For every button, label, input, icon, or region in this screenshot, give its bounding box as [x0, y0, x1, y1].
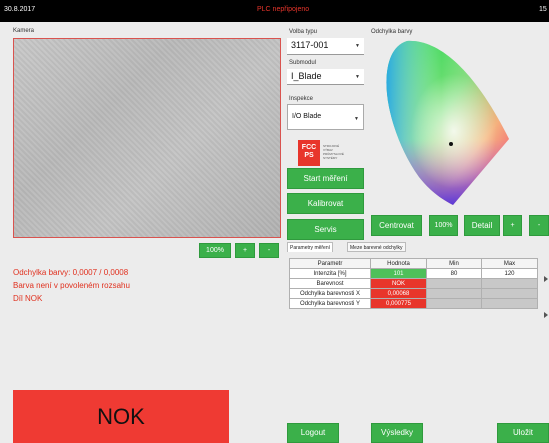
camera-label: Kamera [13, 28, 35, 34]
logout-button[interactable]: Logout [287, 423, 339, 443]
logo-mark: FCC PS [298, 140, 320, 166]
inspection-select[interactable]: I/O Blade ▼ [287, 104, 364, 130]
diagram-zoom-in-button[interactable]: + [503, 215, 522, 236]
color-range-message: Barva není v povoleném rozsahu [13, 281, 130, 290]
header-max: Max [481, 258, 538, 269]
save-button[interactable]: Uložit [497, 423, 549, 443]
tab-color-limits[interactable]: Meze barevné odchylky [347, 242, 406, 252]
param-min [426, 288, 482, 299]
param-max[interactable]: 120 [481, 268, 538, 279]
table-row[interactable]: Intenzita [%] 101 80 120 [289, 268, 538, 279]
color-deviation-label: Odchylka barvy [371, 29, 413, 35]
color-deviation-message: Odchylka barvy: 0,0007 / 0,0008 [13, 268, 129, 277]
table-scrollbar[interactable] [542, 258, 549, 318]
param-name: Odchylka barevnosti X [289, 288, 371, 299]
table-header-row: Parametr Hodnota Min Max [289, 258, 538, 269]
company-logo: FCC PS STROJOVÉ VÝBAV PRŮMYSLOVÉ SYSTÉMY [298, 140, 362, 166]
submodule-label: Submodul [289, 60, 317, 66]
param-max [481, 298, 538, 309]
plc-status: PLC nepřipojeno [257, 6, 310, 13]
diagram-zoom-button[interactable]: 100% [429, 215, 458, 236]
part-status-message: Díl NOK [13, 294, 43, 303]
logo-text: STROJOVÉ VÝBAV PRŮMYSLOVÉ SYSTÉMY [323, 144, 344, 160]
header-value: Hodnota [370, 258, 427, 269]
param-max [481, 288, 538, 299]
scroll-arrow-icon [544, 276, 548, 282]
dropdown-arrow-icon: ▼ [355, 74, 360, 80]
submodule-select[interactable]: I_Blade ▼ [287, 69, 364, 85]
inspection-value: I/O Blade [292, 113, 322, 120]
param-max [481, 278, 538, 289]
type-select-label: Volba typu [289, 29, 318, 35]
calibrate-button[interactable]: Kalibrovat [287, 193, 364, 214]
param-name: Intenzita [%] [289, 268, 371, 279]
camera-view[interactable] [13, 38, 281, 238]
param-min[interactable]: 80 [426, 268, 482, 279]
param-name: Barevnost [289, 278, 371, 289]
camera-zoom-button[interactable]: 100% [199, 243, 231, 258]
table-row[interactable]: Odchylka barevnosti X 0,00068 [289, 288, 538, 299]
param-value: 101 [370, 268, 427, 279]
camera-zoom-in-button[interactable]: + [235, 243, 255, 258]
tab-measure-params[interactable]: Parametry měření [287, 242, 334, 252]
start-measure-button[interactable]: Start měření [287, 168, 364, 189]
service-button[interactable]: Servis [287, 219, 364, 240]
camera-zoom-out-button[interactable]: - [259, 243, 279, 258]
table-row[interactable]: Odchylka barevnosti Y 0,000775 [289, 298, 538, 309]
param-min [426, 298, 482, 309]
submodule-value: I_Blade [291, 71, 322, 81]
clock-label: 15 [539, 6, 547, 13]
param-value: NOK [370, 278, 427, 289]
param-value: 0,00068 [370, 288, 427, 299]
measurement-point [449, 142, 453, 146]
type-select-value: 3117-001 [291, 40, 329, 50]
dropdown-arrow-icon: ▼ [354, 116, 359, 122]
type-select[interactable]: 3117-001 ▼ [287, 38, 364, 55]
title-bar: 30.8.2017 PLC nepřipojeno 15 [0, 0, 549, 22]
results-button[interactable]: Výsledky [371, 423, 423, 443]
date-label: 30.8.2017 [4, 6, 36, 13]
header-parameter: Parametr [289, 258, 371, 269]
scroll-arrow-icon [544, 312, 548, 318]
diagram-zoom-out-button[interactable]: - [529, 215, 549, 236]
inspection-label: Inspekce [289, 96, 314, 102]
param-name: Odchylka barevnosti Y [289, 298, 371, 309]
center-button[interactable]: Centrovat [371, 215, 422, 236]
detail-button[interactable]: Detail [464, 215, 500, 236]
result-text: NOK [97, 403, 145, 429]
table-row[interactable]: Barevnost NOK [289, 278, 538, 289]
parameters-table: Parametr Hodnota Min Max Intenzita [%] 1… [289, 258, 538, 309]
chromaticity-diagram[interactable] [375, 37, 515, 212]
param-min [426, 278, 482, 289]
result-indicator: NOK [13, 390, 229, 443]
param-value: 0,000775 [370, 298, 427, 309]
dropdown-arrow-icon: ▼ [355, 43, 360, 49]
header-min: Min [426, 258, 482, 269]
